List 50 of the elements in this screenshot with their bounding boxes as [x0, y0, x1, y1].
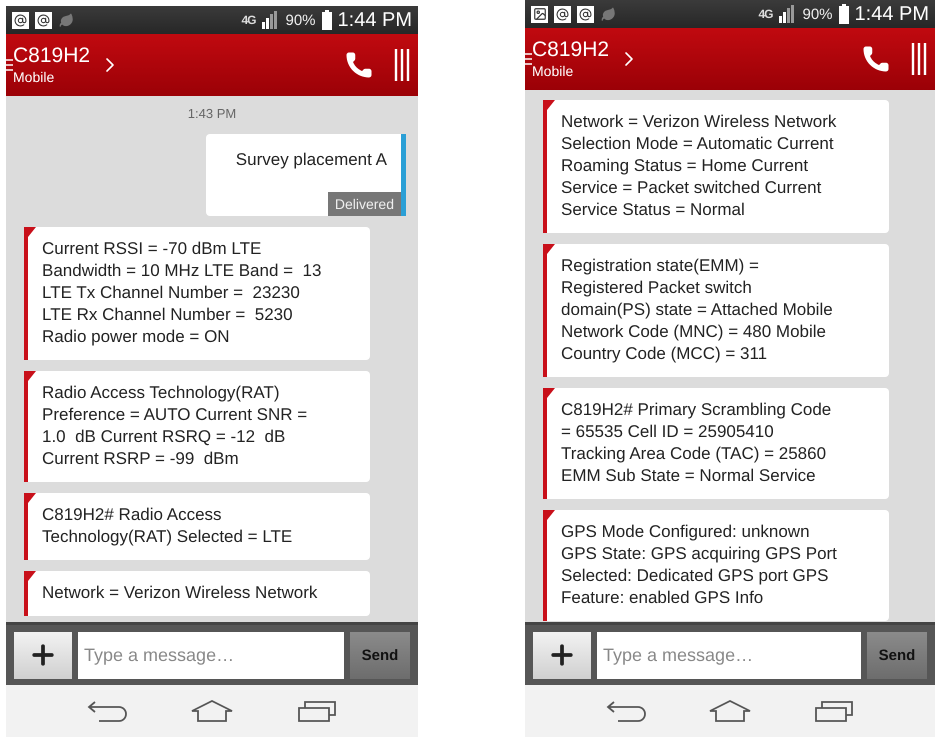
message-text: GPS Mode Configured: unknown GPS State: GPS acquiring GPS Port Selected: Dedicated GPS port GPS Feature: enabled GPS Info	[561, 521, 838, 609]
menu-icon[interactable]	[525, 52, 532, 66]
clock: 1:44 PM	[854, 2, 929, 26]
recent-apps-icon[interactable]	[814, 700, 854, 722]
battery-percent: 90%	[285, 12, 316, 28]
at-sign-icon	[554, 6, 571, 22]
contact-type: Mobile	[13, 68, 56, 86]
overflow-menu-icon[interactable]	[394, 49, 410, 81]
leaf-icon	[58, 12, 75, 28]
at-sign-icon	[35, 12, 52, 28]
message-time: 1:43 PM	[188, 106, 236, 121]
send-button[interactable]: Send	[867, 632, 927, 678]
home-icon[interactable]	[190, 700, 234, 722]
contact-type: Mobile	[532, 62, 574, 80]
overflow-menu-icon[interactable]	[911, 43, 927, 75]
message-text: Survey placement A	[236, 150, 387, 170]
image-icon	[531, 6, 548, 22]
phone-icon[interactable]	[344, 50, 374, 80]
recent-apps-icon[interactable]	[296, 700, 337, 722]
contact-name[interactable]: C819H2	[532, 38, 610, 62]
battery-icon	[322, 10, 332, 30]
menu-icon[interactable]	[6, 58, 13, 72]
at-sign-icon	[12, 12, 29, 28]
message-text: Network = Verizon Wireless Network Selection Mode = Automatic Current Roaming Status = Home Current Service = Packet switched Current Service Status = Normal	[561, 111, 838, 221]
message-text: Network = Verizon Wireless Network	[42, 582, 318, 604]
message-text: C819H2# Primary Scrambling Code = 65535 Cell ID = 25905410 Tracking Area Code (TAC) = 25860 EMM Sub State = Normal Service	[561, 399, 832, 487]
message-text: Registration state(EMM) = Registered Packet switch domain(PS) state = Attached Mobile Network Code (MNC) = 480 Mobile Country Code (MCC) = 311	[561, 255, 834, 365]
network-type: 4G	[241, 13, 256, 27]
message-text: C819H2# Radio Access Technology(RAT) Selected = LTE	[42, 504, 294, 548]
add-attachment-button[interactable]	[533, 632, 591, 678]
delivery-status: Delivered	[328, 192, 401, 216]
clock: 1:44 PM	[338, 8, 412, 32]
at-sign-icon	[577, 6, 594, 22]
signal-icon	[261, 11, 280, 29]
back-icon[interactable]	[606, 700, 646, 722]
leaf-icon	[600, 6, 617, 22]
battery-icon	[838, 4, 849, 24]
network-type: 4G	[758, 7, 772, 21]
home-icon[interactable]	[708, 700, 752, 722]
message-input-field[interactable]: Type a message…	[78, 632, 344, 678]
signal-icon	[778, 5, 796, 23]
phone-icon[interactable]	[861, 44, 891, 74]
battery-percent: 90%	[802, 6, 833, 22]
message-text: Current RSSI = -70 dBm LTE Bandwidth = 10 MHz LTE Band = 13 LTE Tx Channel Number = 23230 LTE Rx Channel Number = 5230 Radio power mode = ON	[42, 238, 322, 348]
back-icon[interactable]	[87, 700, 128, 722]
message-input-field[interactable]: Type a message…	[597, 632, 861, 678]
contact-name[interactable]: C819H2	[13, 44, 90, 68]
message-text: Radio Access Technology(RAT) Preference = AUTO Current SNR = 1.0 dB Current RSRQ = -12 dB Current RSRP = -99 dBm	[42, 382, 308, 470]
add-attachment-button[interactable]	[14, 632, 72, 678]
send-button[interactable]: Send	[350, 632, 410, 678]
